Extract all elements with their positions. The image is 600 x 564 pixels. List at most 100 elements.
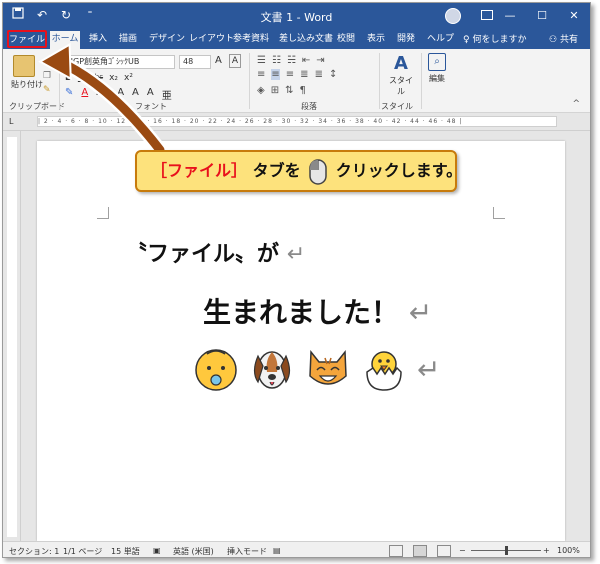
show-marks-icon[interactable]: ¶ [299, 85, 305, 96]
zoom-out-icon[interactable]: − [459, 546, 466, 555]
macro-record-icon[interactable]: ▤ [273, 546, 281, 555]
paste-button-label: 貼り付け [11, 80, 43, 89]
tab-references[interactable]: 参考資料 [233, 32, 269, 49]
underline-icon[interactable]: U [78, 73, 85, 83]
strikethrough-icon[interactable]: abc [90, 73, 103, 83]
increase-indent-icon[interactable]: ⇥ [316, 55, 324, 66]
distribute-icon[interactable]: ≣ [315, 69, 323, 80]
baby-face-emoji [195, 349, 237, 391]
group-divider [379, 53, 380, 109]
justify-icon[interactable]: ≣ [300, 69, 308, 80]
tab-insert[interactable]: 挿入 [89, 32, 107, 49]
share-button[interactable]: ⚇ 共有 [549, 32, 578, 45]
grow-icon[interactable]: A [117, 87, 124, 102]
collapse-ribbon-icon[interactable]: ^ [572, 99, 580, 109]
minimize-icon[interactable]: — [494, 3, 526, 29]
ribbon-home: 貼り付け ✂ ❐ ✎ クリップボード HGP創英角ｺﾞｼｯｸUB 48 A A … [3, 49, 590, 113]
status-page[interactable]: 1/1 ページ [63, 546, 102, 557]
clipboard-group-label: クリップボード [9, 102, 65, 111]
highlight-icon[interactable]: ✎ [65, 87, 73, 102]
font-case-icon[interactable]: Aa [96, 87, 109, 102]
font-group-label: フォント [135, 102, 167, 111]
person-icon: ⚇ [549, 35, 558, 45]
print-layout-icon[interactable] [413, 545, 427, 557]
zoom-level[interactable]: 100% [557, 546, 580, 555]
font-name-field[interactable]: HGP創英角ｺﾞｼｯｸUB [63, 55, 175, 69]
tab-draw[interactable]: 描画 [119, 32, 137, 49]
cat-face-emoji [309, 349, 347, 385]
sort-icon[interactable]: ⇅ [285, 85, 293, 96]
search-icon: ⌕ [428, 53, 446, 71]
borders-icon[interactable]: ⊞ [271, 85, 279, 96]
tab-home[interactable]: ホーム [50, 31, 80, 49]
mouse-icon [309, 158, 327, 185]
close-icon[interactable]: ✕ [558, 3, 590, 29]
paste-icon[interactable] [13, 55, 35, 77]
bullets-icon[interactable]: ☰ [257, 55, 266, 66]
subscript-icon[interactable]: x₂ [109, 73, 118, 83]
zoom-slider-thumb[interactable] [505, 546, 508, 555]
horizontal-ruler[interactable]: L | 2 · 4 · 6 · 8 · 10 · 12 · 14 · 16 · … [3, 113, 590, 131]
status-section[interactable]: セクション: 1 [9, 546, 59, 557]
tell-me-search[interactable]: ♀ 何をしますか [463, 32, 526, 45]
tab-file[interactable]: ファイル [7, 30, 47, 48]
shrink-icon[interactable]: A [132, 87, 139, 102]
web-layout-icon[interactable] [437, 545, 451, 557]
char-border-icon[interactable]: A [229, 54, 241, 68]
vertical-ruler[interactable] [3, 131, 21, 541]
cut-icon[interactable]: ✂ [43, 57, 51, 67]
phonetic-icon[interactable]: 亜 [162, 87, 172, 102]
status-language[interactable]: 英語 (米国) [173, 546, 214, 557]
zoom-in-icon[interactable]: + [543, 546, 550, 555]
align-center-icon[interactable]: ≡ [271, 69, 280, 80]
decrease-indent-icon[interactable]: ⇤ [302, 55, 310, 66]
tab-design[interactable]: デザイン [149, 32, 185, 49]
emoji-line[interactable]: ↵ [193, 346, 440, 392]
callout-suffix-text: クリックします。 [335, 161, 463, 180]
tab-developer[interactable]: 開発 [397, 32, 415, 49]
align-right-icon[interactable]: ≡ [286, 69, 294, 80]
document-line-1[interactable]: 〝ファイル〟が ↵ [125, 236, 305, 268]
account-avatar-icon[interactable] [445, 8, 461, 24]
copy-icon[interactable]: ❐ [43, 71, 51, 81]
line-spacing-icon[interactable]: ↕ [329, 69, 337, 80]
styles-icon: A [394, 53, 408, 74]
superscript-icon[interactable]: x² [124, 73, 133, 83]
status-words[interactable]: 15 単語 [111, 546, 140, 557]
instruction-callout: ［ファイル］ タブを クリックします。 [135, 150, 462, 192]
align-left-icon[interactable]: ≡ [257, 69, 265, 80]
bold-icon[interactable]: B [65, 73, 72, 83]
font-color-icon[interactable]: A [81, 87, 88, 102]
return-mark: ↵ [286, 242, 306, 267]
tab-review[interactable]: 校閲 [337, 32, 355, 49]
ribbon-tabs: ファイル ホーム 挿入 描画 デザイン レイアウト 参考資料 差し込み文書 校閲… [3, 29, 590, 49]
font-format-row: B U abc x₂ x² [65, 73, 133, 83]
document-area[interactable]: 〝ファイル〟が ↵ 生まれました！ ↵ ↵ [21, 131, 590, 541]
numbering-icon[interactable]: ☷ [272, 55, 281, 66]
document-line-2[interactable]: 生まれました！ ↵ [203, 291, 432, 331]
grow-font-icon[interactable]: A [215, 55, 222, 66]
margin-mark [97, 207, 109, 219]
group-divider [59, 53, 60, 109]
list-buttons-row: ☰ ☷ ☵ ⇤ ⇥ [257, 55, 325, 66]
proofing-icon[interactable]: ▣ [153, 546, 161, 555]
tab-help[interactable]: ヘルプ [427, 32, 454, 49]
callout-middle-text: タブを [252, 161, 301, 180]
font-size-field[interactable]: 48 [179, 55, 211, 69]
shading-icon[interactable]: ◈ [257, 85, 265, 96]
maximize-icon[interactable]: ☐ [526, 3, 558, 29]
tab-layout[interactable]: レイアウト [189, 32, 234, 49]
format-painter-icon[interactable]: ✎ [43, 85, 51, 95]
tab-view[interactable]: 表示 [367, 32, 385, 49]
char-shading-icon[interactable]: A [147, 87, 154, 102]
document-page[interactable]: 〝ファイル〟が ↵ 生まれました！ ↵ ↵ [37, 141, 565, 541]
shading-row: ◈ ⊞ ⇅ ¶ [257, 85, 306, 96]
tab-selector-icon[interactable]: L [9, 117, 19, 127]
editing-button[interactable]: ⌕ 編集 [427, 53, 447, 84]
tab-mailings[interactable]: 差し込み文書 [279, 32, 333, 49]
styles-button[interactable]: A スタイル [386, 53, 416, 97]
read-mode-icon[interactable] [389, 545, 403, 557]
ribbon-display-options-icon[interactable] [481, 10, 493, 20]
multilevel-icon[interactable]: ☵ [287, 55, 296, 66]
status-mode[interactable]: 挿入モード [227, 546, 267, 557]
